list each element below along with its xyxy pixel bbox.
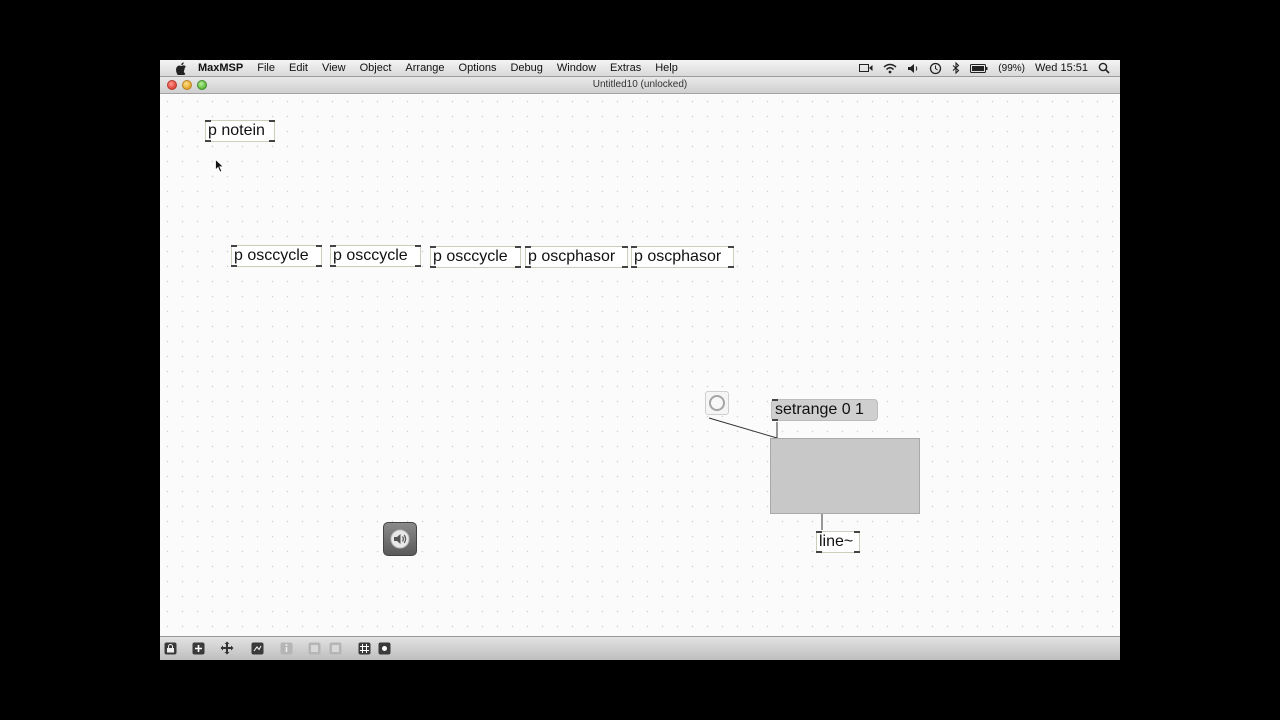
patcher-canvas[interactable]: p notein p osccycle p osccycle p osccycl…	[160, 94, 1120, 636]
menu-file[interactable]: File	[257, 62, 275, 74]
menu-debug[interactable]: Debug	[510, 62, 542, 74]
function-graph-object[interactable]	[770, 438, 920, 514]
battery-icon[interactable]	[970, 63, 988, 73]
menu-object[interactable]: Object	[360, 62, 392, 74]
object-outlet-right[interactable]	[854, 551, 860, 553]
ezdac-speaker-button[interactable]	[383, 522, 417, 556]
message-box-setrange[interactable]: setrange 0 1	[771, 399, 878, 421]
object-inlet-right[interactable]	[415, 245, 421, 247]
patch-cords	[708, 417, 823, 530]
screen-record-icon[interactable]	[859, 63, 873, 73]
menu-edit[interactable]: Edit	[289, 62, 308, 74]
window-title-bar[interactable]: Untitled10 (unlocked)	[160, 77, 1120, 94]
object-p-oscphasor-1[interactable]: p oscphasor	[525, 246, 628, 268]
object-inlet-right[interactable]	[728, 246, 734, 248]
object-inlet-right[interactable]	[316, 245, 322, 247]
menu-help[interactable]: Help	[655, 62, 678, 74]
spotlight-icon[interactable]	[1098, 62, 1110, 74]
object-line-tilde[interactable]: line~	[816, 531, 860, 553]
volume-icon[interactable]	[907, 63, 919, 74]
menu-arrange[interactable]: Arrange	[405, 62, 444, 74]
object-outlet-right[interactable]	[622, 266, 628, 268]
mouse-cursor-icon	[215, 159, 225, 173]
menu-clock[interactable]: Wed 15:51	[1035, 62, 1088, 74]
minimize-window-button[interactable]	[182, 80, 192, 90]
bluetooth-icon[interactable]	[952, 62, 960, 74]
max-screen: MaxMSP File Edit View Object Arrange Opt…	[160, 60, 1120, 660]
object-outlet-right[interactable]	[269, 140, 275, 142]
presentation-icon[interactable]	[250, 641, 264, 655]
object-inlet-right[interactable]	[854, 531, 860, 533]
menu-extras[interactable]: Extras	[610, 62, 641, 74]
object-outlet-right[interactable]	[415, 265, 421, 267]
time-machine-icon[interactable]	[929, 62, 942, 75]
lock-icon[interactable]	[163, 641, 177, 655]
object-inlet-right[interactable]	[515, 246, 521, 248]
object-outlet-right[interactable]	[728, 266, 734, 268]
object-inlet-right[interactable]	[622, 246, 628, 248]
object-p-oscphasor-2[interactable]: p oscphasor	[631, 246, 734, 268]
distribute-icon[interactable]	[328, 641, 342, 655]
wifi-icon[interactable]	[883, 63, 897, 74]
close-window-button[interactable]	[167, 80, 177, 90]
object-outlet-right[interactable]	[316, 265, 322, 267]
new-object-icon[interactable]	[191, 641, 205, 655]
info-icon[interactable]	[279, 641, 293, 655]
object-p-osccycle-2[interactable]: p osccycle	[330, 245, 421, 267]
menu-window[interactable]: Window	[557, 62, 596, 74]
snap-icon[interactable]	[377, 641, 391, 655]
menu-app-name[interactable]: MaxMSP	[198, 62, 243, 74]
align-icon[interactable]	[307, 641, 321, 655]
menu-options[interactable]: Options	[459, 62, 497, 74]
menu-extras-area: (99%) Wed 15:51	[859, 60, 1120, 76]
patcher-bottom-toolbar	[160, 636, 1120, 660]
zoom-window-button[interactable]	[197, 80, 207, 90]
menu-bar: MaxMSP File Edit View Object Arrange Opt…	[160, 60, 1120, 77]
move-icon[interactable]	[220, 641, 234, 655]
object-inlet-right[interactable]	[269, 120, 275, 122]
patch-cord-toggle-to-graph	[708, 417, 778, 439]
object-p-osccycle-1[interactable]: p osccycle	[231, 245, 322, 267]
grid-icon[interactable]	[357, 641, 371, 655]
toggle-ring-icon	[709, 395, 725, 411]
apple-icon[interactable]	[174, 61, 188, 75]
object-outlet-right[interactable]	[515, 266, 521, 268]
speaker-icon	[390, 529, 410, 549]
window-title: Untitled10 (unlocked)	[592, 79, 688, 90]
toggle-button[interactable]	[705, 391, 729, 415]
menu-view[interactable]: View	[322, 62, 346, 74]
object-p-osccycle-3[interactable]: p osccycle	[430, 246, 521, 268]
battery-percent: (99%)	[998, 62, 1025, 74]
object-p-notein[interactable]: p notein	[205, 120, 275, 142]
